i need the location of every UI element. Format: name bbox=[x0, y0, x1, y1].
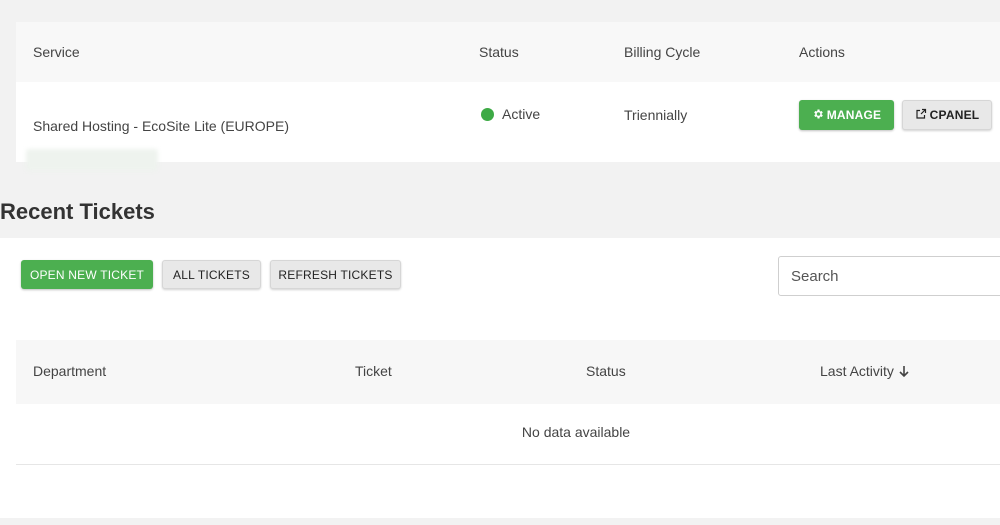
all-tickets-button[interactable]: ALL TICKETS bbox=[162, 260, 261, 289]
gear-icon bbox=[812, 108, 827, 123]
status-column-header[interactable]: Status bbox=[479, 44, 519, 60]
service-product-name: Shared Hosting - EcoSite Lite (EUROPE) bbox=[33, 118, 289, 134]
service-billing-cycle: Triennially bbox=[624, 107, 688, 123]
service-domain-redacted bbox=[26, 149, 158, 171]
recent-tickets-title: Recent Tickets bbox=[0, 199, 155, 224]
empty-table-message: No data available bbox=[521, 424, 631, 440]
ticket-search-input[interactable] bbox=[778, 256, 1000, 296]
tickets-card: OPEN NEW TICKET ALL TICKETS REFRESH TICK… bbox=[0, 238, 1000, 518]
ticket-column-header[interactable]: Ticket bbox=[355, 363, 392, 379]
refresh-tickets-button[interactable]: REFRESH TICKETS bbox=[270, 260, 401, 289]
billing-cycle-column-header[interactable]: Billing Cycle bbox=[624, 44, 700, 60]
manage-button-label: MANAGE bbox=[826, 108, 882, 122]
external-link-icon bbox=[915, 108, 930, 123]
cpanel-button-label: CPANEL bbox=[929, 108, 980, 122]
cpanel-button[interactable]: CPANEL bbox=[902, 100, 992, 130]
open-new-ticket-button[interactable]: OPEN NEW TICKET bbox=[21, 260, 153, 289]
service-row[interactable]: Shared Hosting - EcoSite Lite (EUROPE) A… bbox=[16, 82, 1000, 171]
table-bottom-divider bbox=[16, 464, 1000, 465]
service-column-header[interactable]: Service bbox=[33, 44, 80, 60]
services-card: Service Status Billing Cycle Actions Sha… bbox=[16, 22, 1000, 171]
department-column-header[interactable]: Department bbox=[33, 363, 106, 379]
service-status: Active bbox=[481, 106, 540, 122]
manage-button[interactable]: MANAGE bbox=[799, 100, 894, 130]
page-footer-strip bbox=[0, 518, 1000, 525]
service-status-label: Active bbox=[502, 106, 541, 122]
status-dot-icon bbox=[481, 107, 494, 121]
services-table-header: Service Status Billing Cycle Actions bbox=[16, 22, 1000, 82]
last-activity-column-header[interactable]: Last Activity bbox=[820, 363, 910, 379]
last-activity-label: Last Activity bbox=[820, 363, 894, 379]
tickets-table-header: Department Ticket Status Last Activity bbox=[16, 340, 1000, 404]
arrow-down-icon bbox=[898, 365, 910, 378]
actions-column-header: Actions bbox=[799, 44, 845, 60]
status-column-header[interactable]: Status bbox=[586, 363, 626, 379]
